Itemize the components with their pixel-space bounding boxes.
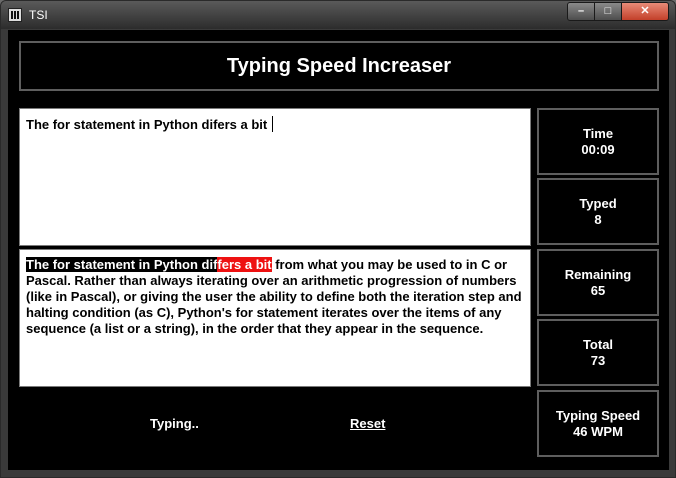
typing-input-value: The for statement in Python difers a bit (26, 117, 271, 132)
typing-input-text: The for statement in Python difers a bit (26, 116, 273, 132)
total-stat: Total 73 (537, 319, 659, 386)
reset-link[interactable]: Reset (350, 416, 385, 431)
time-value: 00:09 (581, 142, 615, 157)
typed-correct-text: The for statement in Python dif (26, 257, 218, 272)
typing-speed-label: Typing Speed (555, 408, 641, 423)
time-stat: Time 00:09 (537, 108, 659, 175)
total-label: Total (582, 337, 614, 352)
typed-error-text: fers a bit (217, 257, 272, 272)
header-panel: Typing Speed Increaser (19, 41, 659, 91)
remaining-stat: Remaining 65 (537, 249, 659, 316)
page-title: Typing Speed Increaser (226, 55, 452, 77)
app-icon (8, 8, 22, 22)
typed-label: Typed (579, 196, 617, 211)
typed-stat: Typed 8 (537, 178, 659, 245)
remaining-value: 65 (590, 283, 606, 298)
typing-speed-value: 46 WPM (573, 424, 623, 439)
remaining-label: Remaining (564, 267, 632, 282)
text-caret (271, 116, 273, 132)
time-label: Time (582, 126, 614, 141)
app-window: TSI – □ ✕ Typing Speed Increaser The for… (0, 0, 676, 478)
status-label: Typing.. (150, 416, 199, 431)
main-panel: Typing Speed Increaser The for statement… (8, 30, 669, 470)
maximize-button[interactable]: □ (594, 2, 622, 21)
minimize-button[interactable]: – (567, 2, 595, 21)
target-text-panel: The for statement in Python differs a bi… (19, 249, 531, 387)
total-value: 73 (590, 353, 606, 368)
close-button[interactable]: ✕ (621, 2, 669, 21)
typed-value: 8 (594, 212, 602, 227)
title-bar[interactable]: TSI – □ ✕ (1, 1, 675, 29)
typing-input-field[interactable]: The for statement in Python difers a bit (19, 108, 531, 246)
window-title: TSI (29, 8, 48, 22)
target-text: The for statement in Python differs a bi… (26, 257, 526, 337)
typing-speed-stat: Typing Speed 46 WPM (537, 390, 659, 457)
